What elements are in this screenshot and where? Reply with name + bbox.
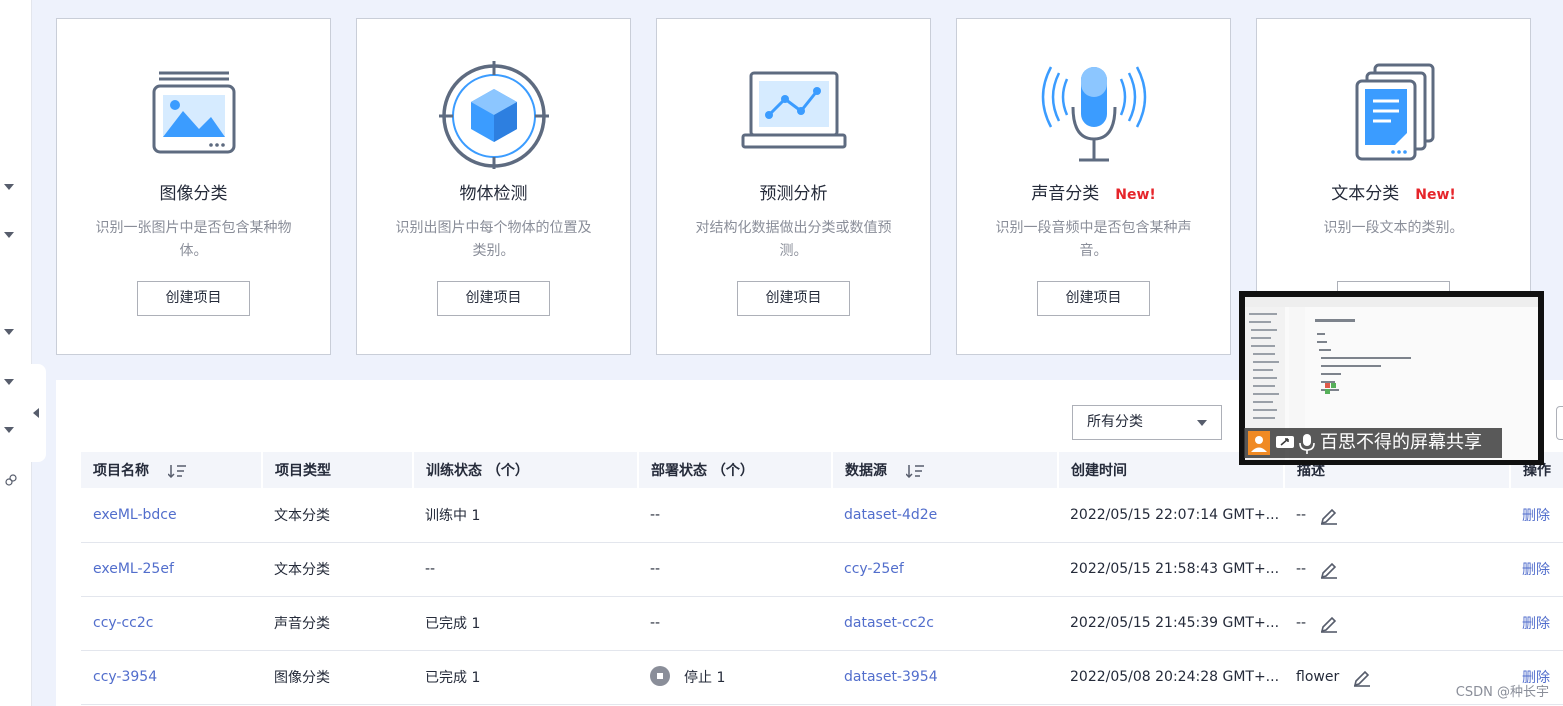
left-sidebar: [0, 0, 32, 706]
project-name-link[interactable]: exeML-25ef: [93, 561, 174, 577]
watermark-text: CSDN @种长宇: [1455, 685, 1549, 700]
edit-icon[interactable]: [1319, 613, 1339, 633]
card-description: 识别一段文本的类别。: [1323, 220, 1464, 236]
caret-down-icon[interactable]: [4, 329, 14, 335]
toolbar-button-partial[interactable]: [1556, 406, 1563, 440]
project-type: 文本分类: [262, 488, 413, 543]
card-title: 预测分析: [759, 184, 828, 204]
data-source-link[interactable]: dataset-4d2e: [844, 507, 937, 523]
col-header-data-source[interactable]: 数据源: [832, 452, 1059, 488]
user-icon: [1248, 431, 1270, 455]
description-text: --: [1296, 561, 1307, 577]
caret-down-icon[interactable]: [4, 427, 14, 433]
screen-share-label-bar: 百思不得的屏幕共享: [1244, 428, 1502, 458]
image-classification-icon: [152, 71, 236, 154]
object-detection-icon: [439, 61, 549, 169]
create-project-button[interactable]: 创建项目: [437, 281, 550, 316]
table-row: exeML-25ef 文本分类 -- -- ccy-25ef 2022/05/1…: [81, 542, 1563, 597]
new-badge: New!: [1415, 187, 1456, 203]
card-description: 对结构化数据做出分类或数值预测。: [695, 220, 892, 259]
created-time: 2022/05/15 21:58:43 GMT+...: [1058, 542, 1284, 597]
create-project-button[interactable]: 创建项目: [137, 281, 250, 316]
delete-link[interactable]: 删除: [1522, 562, 1550, 578]
card-title: 声音分类: [1031, 184, 1100, 204]
edit-icon[interactable]: [1319, 559, 1339, 579]
table-row: exeML-bdce 文本分类 训练中 1 -- dataset-4d2e 20…: [81, 488, 1563, 543]
chevron-down-icon: [1197, 420, 1207, 426]
screen-share-window[interactable]: 百思不得的屏幕共享: [1239, 291, 1544, 465]
caret-left-icon: [33, 408, 39, 418]
deploy-status: --: [638, 596, 832, 651]
col-header-name[interactable]: 项目名称: [81, 452, 263, 488]
project-name-link[interactable]: ccy-3954: [93, 669, 157, 685]
description-text: flower: [1296, 669, 1340, 685]
delete-link[interactable]: 删除: [1522, 616, 1550, 632]
edit-icon[interactable]: [1352, 667, 1372, 687]
created-time: 2022/05/08 20:24:28 GMT+...: [1058, 650, 1284, 705]
sidebar-collapse-toggle[interactable]: [28, 364, 46, 462]
data-source-link[interactable]: ccy-25ef: [844, 561, 904, 577]
project-type: 声音分类: [262, 596, 413, 651]
card-description: 识别一张图片中是否包含某种物体。: [95, 220, 292, 259]
created-time: 2022/05/15 22:07:14 GMT+...: [1058, 488, 1284, 543]
table-row: ccy-cc2c 声音分类 已完成 1 -- dataset-cc2c 2022…: [81, 596, 1563, 651]
link-icon[interactable]: [4, 473, 18, 487]
sort-icon[interactable]: [905, 464, 924, 478]
delete-link[interactable]: 删除: [1522, 508, 1550, 524]
card-title: 物体检测: [459, 184, 528, 204]
description-text: --: [1296, 615, 1307, 631]
description-text: --: [1296, 506, 1307, 523]
deploy-status: 停止 1: [684, 670, 726, 686]
card-description: 识别出图片中每个物体的位置及类别。: [395, 220, 592, 259]
microphone-icon: [1299, 434, 1315, 454]
screen-share-icon: [1276, 436, 1294, 448]
project-name-link[interactable]: exeML-bdce: [93, 507, 177, 523]
stop-status-icon: [650, 666, 670, 686]
card-predictive-analysis: 预测分析 对结构化数据做出分类或数值预测。 创建项目: [656, 18, 931, 355]
create-project-button[interactable]: 创建项目: [737, 281, 850, 316]
create-project-button[interactable]: 创建项目: [1037, 281, 1150, 316]
card-title: 图像分类: [159, 184, 228, 204]
data-source-link[interactable]: dataset-3954: [844, 669, 938, 685]
created-time: 2022/05/15 21:45:39 GMT+...: [1058, 596, 1284, 651]
project-name-link[interactable]: ccy-cc2c: [93, 615, 153, 631]
text-classification-icon: [1355, 63, 1435, 161]
train-status: 已完成 1: [413, 650, 638, 705]
card-object-detection: 物体检测 识别出图片中每个物体的位置及类别。 创建项目: [356, 18, 631, 355]
category-filter-select[interactable]: 所有分类: [1072, 405, 1222, 440]
card-description: 识别一段音频中是否包含某种声音。: [995, 220, 1192, 259]
caret-down-icon[interactable]: [4, 184, 14, 190]
col-header-deploy-status: 部署状态 （个）: [638, 452, 833, 488]
project-type: 图像分类: [262, 650, 413, 705]
col-header-type: 项目类型: [262, 452, 414, 488]
edit-icon[interactable]: [1319, 505, 1339, 525]
train-status: 已完成 1: [413, 596, 638, 651]
caret-down-icon[interactable]: [4, 379, 14, 385]
category-filter-value: 所有分类: [1087, 414, 1143, 430]
card-title: 文本分类: [1331, 184, 1400, 204]
project-table: 项目名称 项目类型 训练状态 （个） 部署状态 （个） 数据源 创建时间 描述 …: [81, 452, 1563, 705]
train-status: --: [413, 542, 638, 597]
col-header-train-status: 训练状态 （个）: [413, 452, 639, 488]
new-badge: New!: [1115, 187, 1156, 203]
sort-icon[interactable]: [167, 464, 186, 478]
card-sound-classification: 声音分类 New! 识别一段音频中是否包含某种声音。 创建项目: [956, 18, 1231, 355]
train-status: 训练中 1: [413, 488, 638, 543]
screen-share-label: 百思不得的屏幕共享: [1320, 432, 1482, 453]
project-type: 文本分类: [262, 542, 413, 597]
caret-down-icon[interactable]: [4, 232, 14, 238]
deploy-status: --: [638, 542, 832, 597]
predictive-analysis-icon: [741, 71, 847, 149]
table-row: ccy-3954 图像分类 已完成 1 停止 1 dataset-3954 20…: [81, 650, 1563, 705]
sound-classification-icon: [1041, 66, 1147, 162]
data-source-link[interactable]: dataset-cc2c: [844, 615, 934, 631]
card-image-classification: 图像分类 识别一张图片中是否包含某种物体。 创建项目: [56, 18, 331, 355]
deploy-status: --: [638, 488, 832, 543]
